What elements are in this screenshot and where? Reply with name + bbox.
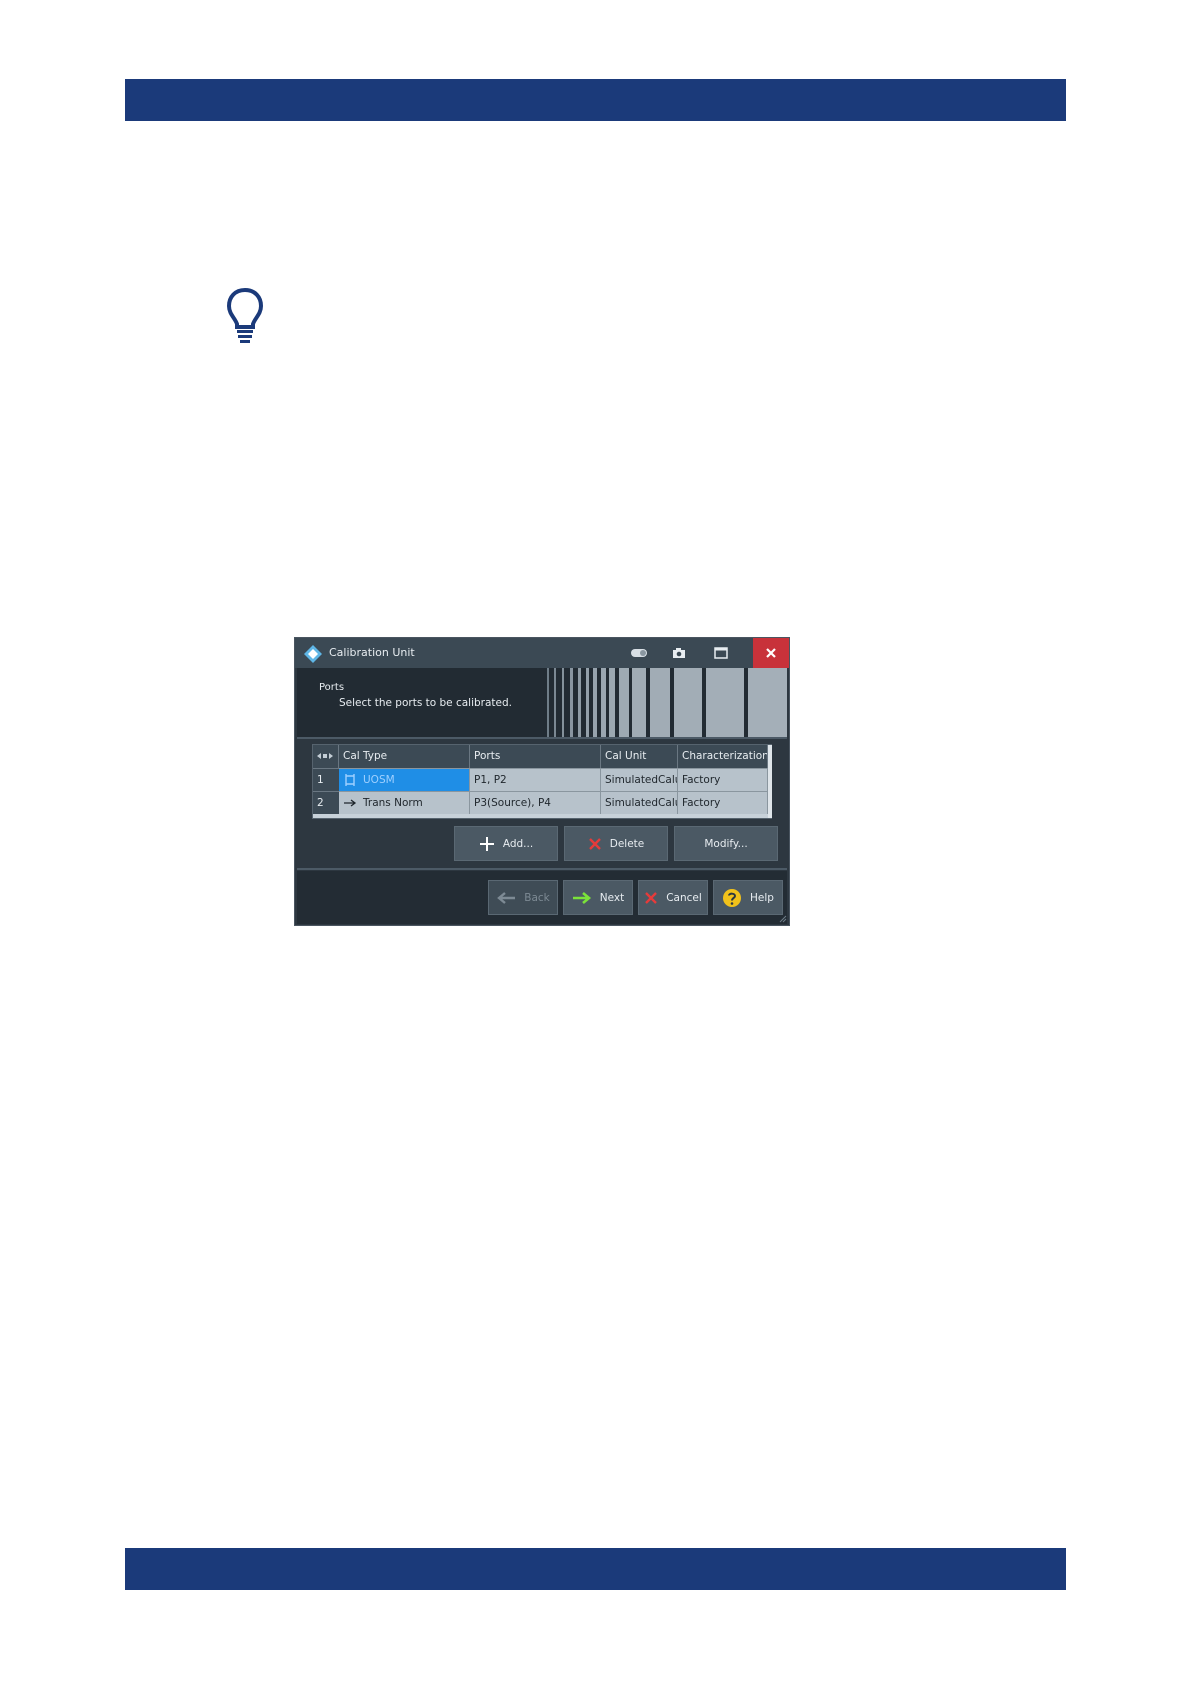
column-header-ports[interactable]: Ports	[470, 745, 601, 768]
maximize-button[interactable]	[702, 638, 740, 668]
maximize-icon	[714, 647, 728, 659]
app-logo-icon	[304, 645, 322, 663]
table-cell-cal-type[interactable]: Trans Norm	[339, 791, 470, 814]
delete-button[interactable]: Delete	[564, 826, 668, 861]
modify-button-label: Modify...	[704, 837, 748, 850]
close-button[interactable]	[753, 638, 789, 668]
column-header-cal-type[interactable]: Cal Type	[339, 745, 470, 768]
arrows-icon	[317, 753, 333, 759]
table-cell-ports[interactable]: P3(Source), P4	[470, 791, 601, 814]
add-button[interactable]: Add...	[454, 826, 558, 861]
ports-table: Cal Type Ports Cal Unit Characterization…	[312, 744, 772, 819]
decorative-stripes	[547, 668, 787, 737]
calibration-unit-dialog: Calibration Unit Ports Select the ports …	[294, 637, 790, 926]
step-subtitle: Select the ports to be calibrated.	[339, 697, 513, 709]
camera-icon	[673, 648, 685, 658]
separator	[297, 868, 787, 870]
next-button-label: Next	[599, 891, 625, 904]
resize-grip-icon[interactable]	[777, 913, 787, 923]
table-cell-characterization[interactable]: Factory	[678, 791, 768, 814]
table-cell-cal-unit[interactable]: SimulatedCalu	[601, 791, 678, 814]
table-cell-cal-type[interactable]: UOSM	[339, 768, 470, 791]
arrow-right-icon	[572, 891, 591, 904]
table-cell-ports[interactable]: P1, P2	[470, 768, 601, 791]
arrow-right-icon	[344, 799, 357, 807]
title-bar: Calibration Unit	[295, 638, 789, 668]
help-button[interactable]: Help	[713, 880, 783, 915]
plus-icon	[479, 836, 494, 851]
wizard-header: Ports Select the ports to be calibrated.	[297, 668, 787, 737]
cancel-x-icon	[645, 891, 658, 904]
cancel-button-label: Cancel	[666, 891, 702, 904]
screenshot-button[interactable]	[660, 638, 698, 668]
arrow-left-icon	[497, 891, 516, 904]
cancel-button[interactable]: Cancel	[638, 880, 708, 915]
toggle-icon	[631, 649, 647, 657]
delete-x-icon	[588, 837, 601, 850]
row-index[interactable]: 2	[313, 791, 339, 814]
cal-type-label: Trans Norm	[363, 797, 423, 809]
delete-button-label: Delete	[609, 837, 645, 850]
table-cell-characterization[interactable]: Factory	[678, 768, 768, 791]
column-header-characterization[interactable]: Characterization	[678, 745, 768, 768]
row-select-header[interactable]	[313, 745, 339, 768]
close-icon	[766, 648, 776, 658]
next-button[interactable]: Next	[563, 880, 633, 915]
lightbulb-icon	[226, 287, 264, 343]
separator	[297, 737, 787, 739]
modify-button[interactable]: Modify...	[674, 826, 778, 861]
row-index[interactable]: 1	[313, 768, 339, 791]
table-cell-cal-unit[interactable]: SimulatedCalu	[601, 768, 678, 791]
cal-type-label: UOSM	[363, 774, 395, 786]
add-button-label: Add...	[502, 837, 534, 850]
uosm-icon	[345, 774, 355, 786]
footer-band	[125, 1548, 1066, 1590]
back-button[interactable]: Back	[488, 880, 558, 915]
step-title: Ports	[319, 682, 345, 693]
header-band	[125, 79, 1066, 121]
toggle-button[interactable]	[620, 638, 658, 668]
column-header-cal-unit[interactable]: Cal Unit	[601, 745, 678, 768]
vertical-scrollbar[interactable]	[768, 745, 772, 818]
help-icon	[723, 888, 742, 907]
back-button-label: Back	[524, 891, 550, 904]
dialog-title: Calibration Unit	[329, 646, 415, 659]
help-button-label: Help	[750, 891, 774, 904]
